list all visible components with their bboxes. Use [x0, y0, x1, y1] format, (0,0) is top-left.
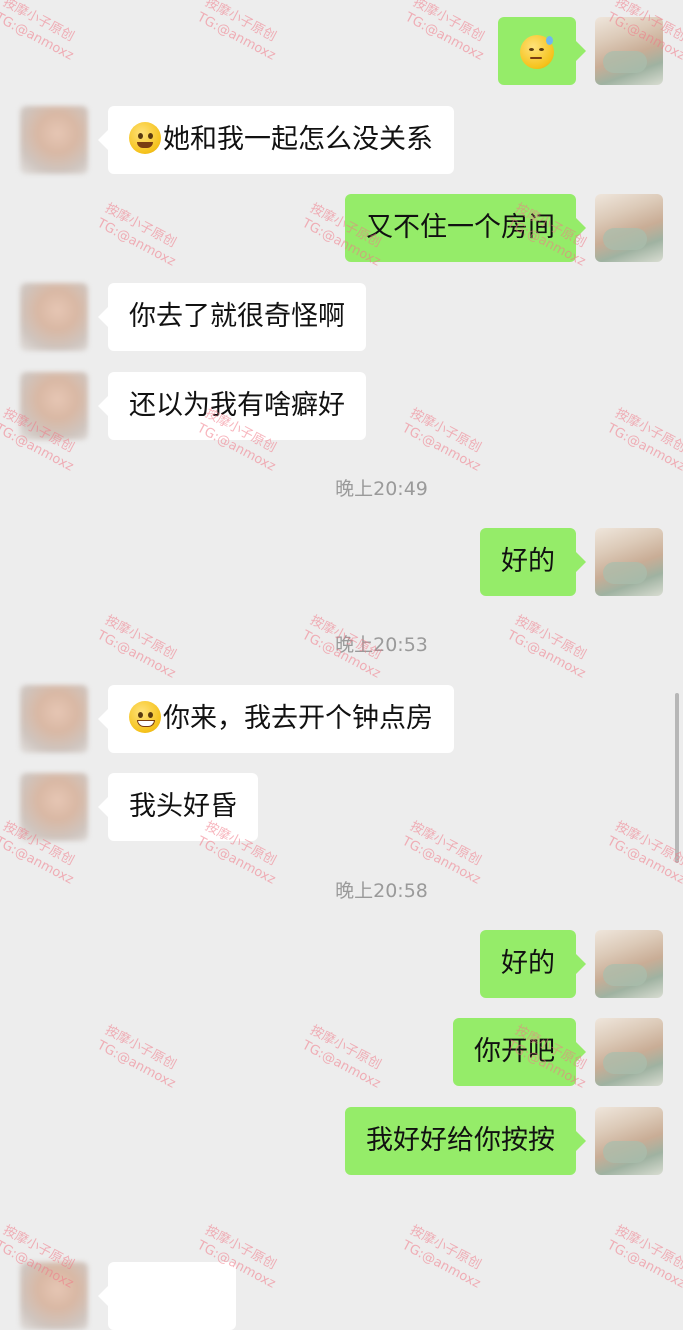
watermark: 按摩小子原创 TG:@anmoxz [402, 0, 487, 64]
message-bubble-other[interactable]: 我头好昏 [98, 773, 258, 841]
timestamp: 晚上20:49 [335, 478, 428, 500]
message-text: 我好好给你按按 [366, 1125, 555, 1156]
contact-avatar[interactable] [20, 1262, 88, 1330]
message-bubble-other[interactable]: 还以为我有啥癖好 [98, 372, 366, 440]
self-avatar[interactable] [595, 194, 663, 262]
self-avatar[interactable] [595, 1018, 663, 1086]
message-text: 好的 [501, 546, 555, 577]
message-text: 还以为我有啥癖好 [129, 390, 345, 421]
message-bubble-other[interactable] [98, 1262, 236, 1330]
self-avatar[interactable] [595, 1107, 663, 1175]
message-bubble-self[interactable]: 你开吧 [453, 1018, 586, 1086]
self-avatar[interactable] [595, 528, 663, 596]
message-bubble-other[interactable]: 你来，我去开个钟点房 [98, 685, 454, 753]
message-text: 你去了就很奇怪啊 [129, 301, 345, 332]
watermark: 按摩小子原创 TG:@anmoxz [399, 1222, 484, 1292]
scrollbar[interactable] [675, 693, 679, 863]
watermark: 按摩小子原创 TG:@anmoxz [0, 0, 77, 64]
message-bubble-self[interactable] [498, 17, 586, 85]
watermark: 按摩小子原创 TG:@anmoxz [604, 405, 683, 475]
watermark: 按摩小子原创 TG:@anmoxz [399, 405, 484, 475]
watermark: 按摩小子原创 TG:@anmoxz [299, 1022, 384, 1092]
message-text: 又不住一个房间 [366, 212, 555, 243]
contact-avatar[interactable] [20, 283, 88, 351]
watermark: 按摩小子原创 TG:@anmoxz [94, 200, 179, 270]
watermark: 按摩小子原创 TG:@anmoxz [194, 0, 279, 64]
contact-avatar[interactable] [20, 106, 88, 174]
chat-area[interactable]: 她和我一起怎么没关系 又不住一个房间 你去了就很奇怪啊 还以为我有啥癖好 晚上2… [0, 0, 683, 1330]
message-text: 你开吧 [474, 1036, 555, 1067]
timestamp: 晚上20:53 [335, 634, 428, 656]
timestamp: 晚上20:58 [335, 880, 428, 902]
message-bubble-self[interactable]: 好的 [480, 930, 586, 998]
drooling-emoji-icon [129, 121, 161, 154]
message-bubble-other[interactable]: 你去了就很奇怪啊 [98, 283, 366, 351]
grinning-emoji-icon [129, 700, 161, 733]
watermark: 按摩小子原创 TG:@anmoxz [604, 1222, 683, 1292]
message-bubble-self[interactable]: 又不住一个房间 [345, 194, 586, 262]
message-text: 你来，我去开个钟点房 [163, 703, 433, 734]
message-bubble-other[interactable]: 她和我一起怎么没关系 [98, 106, 454, 174]
message-text: 好的 [501, 948, 555, 979]
contact-avatar[interactable] [20, 773, 88, 841]
message-text: 我头好昏 [129, 791, 237, 822]
self-avatar[interactable] [595, 17, 663, 85]
contact-avatar[interactable] [20, 372, 88, 440]
self-avatar[interactable] [595, 930, 663, 998]
watermark: 按摩小子原创 TG:@anmoxz [94, 1022, 179, 1092]
message-bubble-self[interactable]: 好的 [480, 528, 586, 596]
message-bubble-self[interactable]: 我好好给你按按 [345, 1107, 586, 1175]
anxious-sweat-emoji-icon [520, 34, 554, 69]
contact-avatar[interactable] [20, 685, 88, 753]
message-text: 她和我一起怎么没关系 [163, 124, 433, 155]
